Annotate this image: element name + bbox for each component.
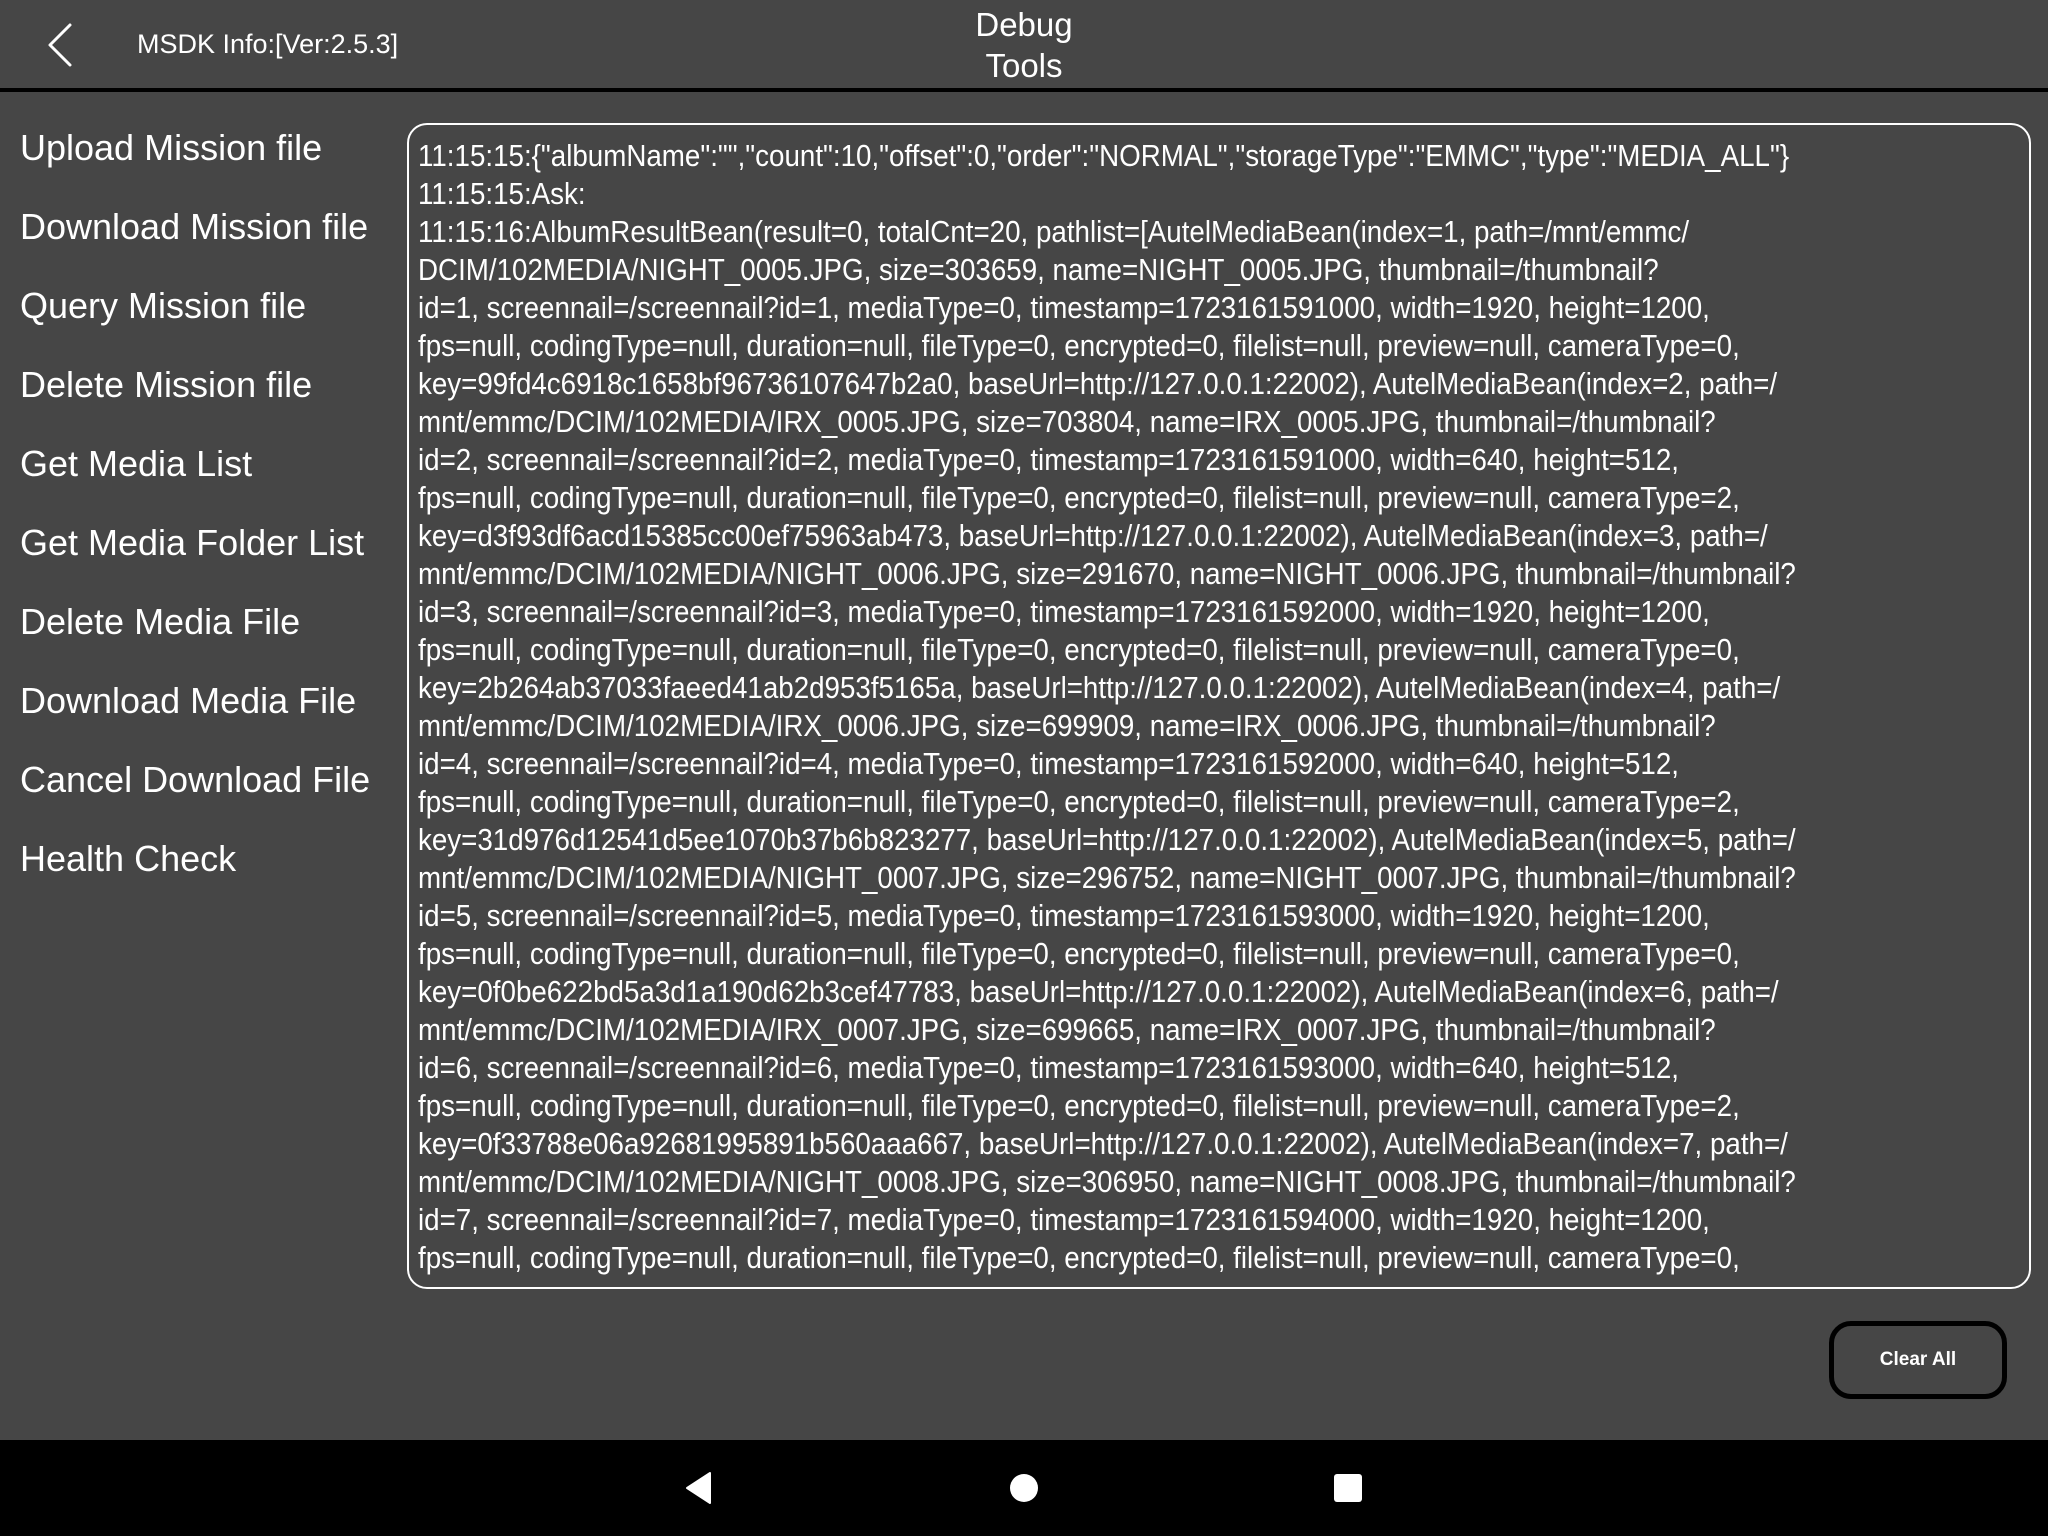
log-line: fps=null, codingType=null, duration=null… bbox=[418, 632, 1740, 667]
log-line: key=0f33788e06a92681995891b560aaa667, ba… bbox=[418, 1126, 1788, 1161]
log-line: fps=null, codingType=null, duration=null… bbox=[418, 1240, 1740, 1275]
menu-item-get-media-list[interactable]: Get Media List bbox=[0, 434, 395, 513]
log-line: 11:15:15:Ask: bbox=[418, 176, 586, 211]
page-title: Debug Tools bbox=[874, 4, 1174, 86]
page-title-line-1: Debug bbox=[975, 6, 1073, 43]
square-recents-icon bbox=[1334, 1474, 1362, 1502]
log-line: id=3, screennail=/screennail?id=3, media… bbox=[418, 594, 1710, 629]
log-line: fps=null, codingType=null, duration=null… bbox=[418, 480, 1740, 515]
log-line: id=7, screennail=/screennail?id=7, media… bbox=[418, 1202, 1710, 1237]
menu-item-query-mission-file[interactable]: Query Mission file bbox=[0, 276, 395, 355]
system-navigation-bar bbox=[0, 1440, 2048, 1536]
back-button[interactable] bbox=[36, 18, 86, 72]
log-line: id=1, screennail=/screennail?id=1, media… bbox=[418, 290, 1710, 325]
log-line: mnt/emmc/DCIM/102MEDIA/IRX_0007.JPG, siz… bbox=[418, 1012, 1716, 1047]
log-line: mnt/emmc/DCIM/102MEDIA/NIGHT_0007.JPG, s… bbox=[418, 860, 1796, 895]
log-line: id=2, screennail=/screennail?id=2, media… bbox=[418, 442, 1679, 477]
debug-tools-screen: MSDK Info:[Ver:2.5.3] Debug Tools Upload… bbox=[0, 0, 2048, 1440]
log-line: 11:15:15:{"albumName":"","count":10,"off… bbox=[418, 138, 1790, 173]
log-line: DCIM/102MEDIA/NIGHT_0005.JPG, size=30365… bbox=[418, 252, 1659, 287]
nav-home-button[interactable] bbox=[989, 1458, 1059, 1518]
log-line: key=d3f93df6acd15385cc00ef75963ab473, ba… bbox=[418, 518, 1768, 553]
nav-recents-button[interactable] bbox=[1313, 1458, 1383, 1518]
log-line: key=99fd4c6918c1658bf96736107647b2a0, ba… bbox=[418, 366, 1778, 401]
log-line: mnt/emmc/DCIM/102MEDIA/NIGHT_0008.JPG, s… bbox=[418, 1164, 1796, 1199]
circle-home-icon bbox=[1010, 1474, 1038, 1502]
log-line: mnt/emmc/DCIM/102MEDIA/IRX_0005.JPG, siz… bbox=[418, 404, 1716, 439]
menu-item-download-media-file[interactable]: Download Media File bbox=[0, 671, 395, 750]
log-line: id=5, screennail=/screennail?id=5, media… bbox=[418, 898, 1710, 933]
menu-item-upload-mission-file[interactable]: Upload Mission file bbox=[0, 118, 395, 197]
log-line: id=6, screennail=/screennail?id=6, media… bbox=[418, 1050, 1679, 1085]
menu-item-delete-media-file[interactable]: Delete Media File bbox=[0, 592, 395, 671]
sdk-version-info: MSDK Info:[Ver:2.5.3] bbox=[137, 29, 399, 59]
log-line: 11:15:16:AlbumResultBean(result=0, total… bbox=[418, 214, 1690, 249]
log-line: key=2b264ab37033faeed41ab2d953f5165a, ba… bbox=[418, 670, 1781, 705]
log-output-panel[interactable]: 11:15:15:{"albumName":"","count":10,"off… bbox=[407, 123, 2031, 1289]
header-divider bbox=[0, 88, 2048, 92]
log-line: mnt/emmc/DCIM/102MEDIA/IRX_0006.JPG, siz… bbox=[418, 708, 1716, 743]
log-line: id=4, screennail=/screennail?id=4, media… bbox=[418, 746, 1679, 781]
menu-item-delete-mission-file[interactable]: Delete Mission file bbox=[0, 355, 395, 434]
debug-action-menu: Upload Mission file Download Mission fil… bbox=[0, 118, 395, 908]
clear-all-button[interactable]: Clear All bbox=[1829, 1321, 2007, 1399]
log-line: key=31d976d12541d5ee1070b37b6b823277, ba… bbox=[418, 822, 1796, 857]
menu-item-download-mission-file[interactable]: Download Mission file bbox=[0, 197, 395, 276]
page-title-line-2: Tools bbox=[985, 47, 1063, 84]
app-header: MSDK Info:[Ver:2.5.3] Debug Tools bbox=[0, 0, 2048, 88]
chevron-left-icon bbox=[48, 23, 72, 67]
menu-item-health-check[interactable]: Health Check bbox=[0, 829, 395, 908]
log-line: fps=null, codingType=null, duration=null… bbox=[418, 1088, 1740, 1123]
nav-back-button[interactable] bbox=[664, 1458, 734, 1518]
log-line: key=0f0be622bd5a3d1a190d62b3cef47783, ba… bbox=[418, 974, 1779, 1009]
triangle-back-icon bbox=[686, 1472, 711, 1504]
log-line: fps=null, codingType=null, duration=null… bbox=[418, 328, 1740, 363]
menu-item-get-media-folder-list[interactable]: Get Media Folder List bbox=[0, 513, 395, 592]
log-line: fps=null, codingType=null, duration=null… bbox=[418, 936, 1740, 971]
log-line: fps=null, codingType=null, duration=null… bbox=[418, 784, 1740, 819]
menu-item-cancel-download-file[interactable]: Cancel Download File bbox=[0, 750, 395, 829]
log-line: mnt/emmc/DCIM/102MEDIA/NIGHT_0006.JPG, s… bbox=[418, 556, 1796, 591]
